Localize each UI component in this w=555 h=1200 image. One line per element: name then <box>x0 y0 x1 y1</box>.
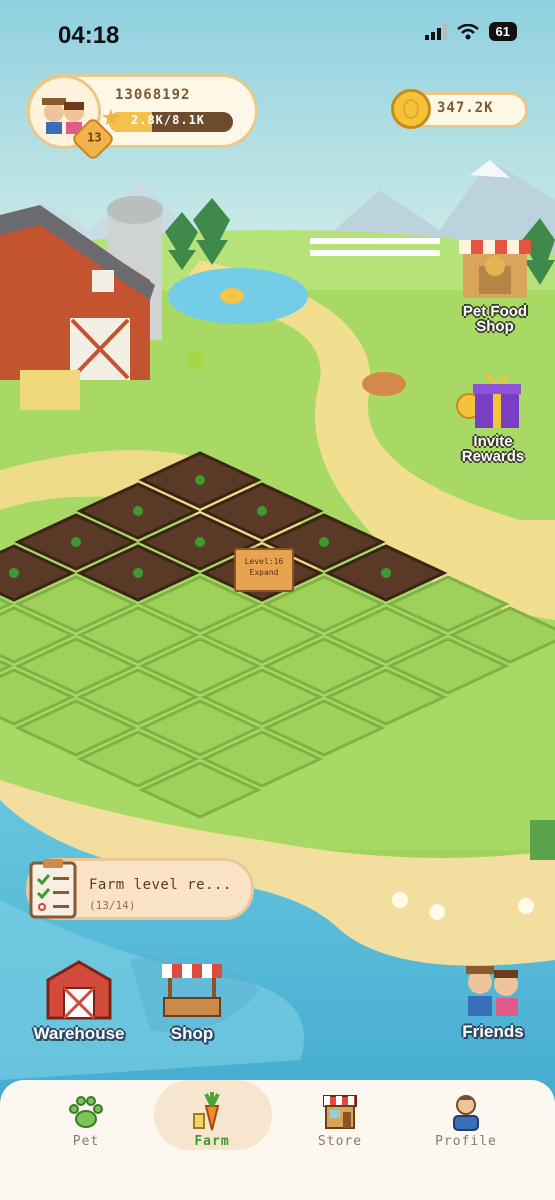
sprout-icon <box>133 568 143 578</box>
pet-food-shop-button[interactable]: Pet Food Shop <box>450 236 540 334</box>
status-icons: 61 <box>424 22 517 41</box>
friends-icon <box>466 966 518 1016</box>
tab-profile[interactable]: Profile <box>406 1080 526 1170</box>
invite-rewards-button[interactable]: Invite Rewards <box>448 366 538 464</box>
player-card[interactable]: 13 13068192 ★ 2.8K/8.1K <box>26 74 258 162</box>
task-progress: (13/14) <box>89 899 136 912</box>
sprout-icon <box>71 537 81 547</box>
friends-button[interactable]: Friends <box>448 960 538 1042</box>
tab-farm[interactable]: Farm <box>152 1080 272 1170</box>
tab-pet[interactable]: Pet <box>26 1080 146 1170</box>
invite-rewards-label: Invite Rewards <box>461 433 525 465</box>
sprout-icon <box>195 475 205 485</box>
pet-food-shop-label: Pet Food Shop <box>462 303 528 335</box>
tab-pet-label: Pet <box>72 1134 100 1149</box>
signal-icon <box>424 23 447 40</box>
store-icon <box>320 1092 360 1132</box>
sprout-icon <box>319 537 329 547</box>
star-icon: ★ <box>101 106 121 131</box>
sprout-icon <box>9 568 19 578</box>
sprout-icon <box>381 568 391 578</box>
player-id: 13068192 <box>115 87 191 103</box>
tab-farm-label: Farm <box>194 1134 230 1149</box>
gift-icon <box>456 373 521 428</box>
bottom-tab-bar: Pet Farm Store Profile <box>0 1080 555 1200</box>
clipboard-icon <box>29 859 77 919</box>
status-time: 04:18 <box>58 22 120 49</box>
carrot-icon <box>192 1092 232 1132</box>
expand-level-text: Level:16 <box>244 557 284 566</box>
status-bar: 04:18 61 <box>0 0 555 70</box>
battery-icon: 61 <box>488 22 517 41</box>
tab-store[interactable]: Store <box>280 1080 400 1170</box>
coin-value: 347.2K <box>437 100 494 116</box>
sprout-icon <box>195 537 205 547</box>
xp-text: 2.8K/8.1K <box>131 113 206 127</box>
warehouse-label: Warehouse <box>33 1024 125 1043</box>
expand-action-text: Expand <box>249 568 279 577</box>
coin-icon <box>391 89 431 129</box>
tab-profile-label: Profile <box>435 1134 497 1149</box>
tab-store-label: Store <box>317 1134 363 1149</box>
xp-bar: 2.8K/8.1K <box>109 112 233 132</box>
shop-label: Shop <box>170 1024 214 1043</box>
task-title: Farm level re... <box>89 877 232 893</box>
wifi-icon <box>456 23 479 39</box>
shop-button[interactable]: Shop <box>150 958 234 1044</box>
sprout-icon <box>257 506 267 516</box>
pet-food-shop-icon <box>459 240 531 298</box>
sprout-icon <box>133 506 143 516</box>
market-stall-icon <box>162 964 222 1017</box>
warehouse-icon <box>46 960 112 1020</box>
warehouse-button[interactable]: Warehouse <box>22 958 136 1044</box>
task-card[interactable]: Farm level re... (13/14) <box>26 858 254 920</box>
profile-icon <box>446 1092 486 1132</box>
friends-label: Friends <box>462 1022 524 1041</box>
expand-sign[interactable]: Level:16 Expand <box>234 548 294 592</box>
paw-icon <box>66 1092 106 1132</box>
coin-balance[interactable]: 347.2K <box>391 89 528 129</box>
